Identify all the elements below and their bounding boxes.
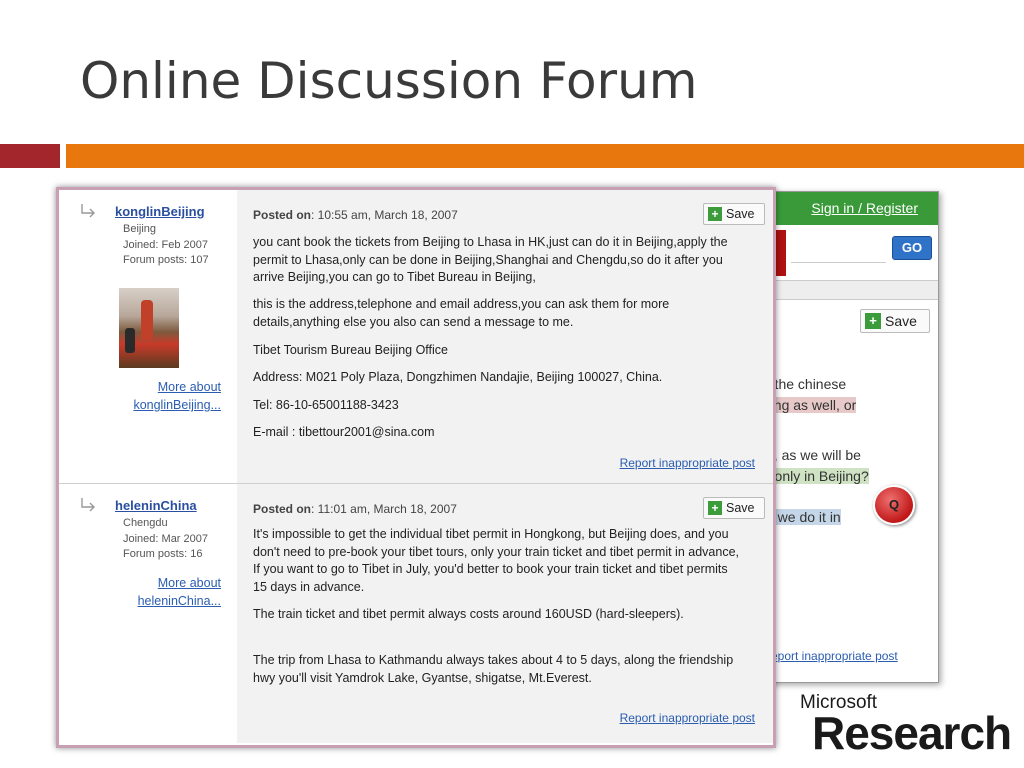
save-button[interactable]: + Save [703,497,765,519]
background-save-label: Save [885,313,917,329]
post-timestamp: Posted on: 10:55 am, March 18, 2007 [253,208,458,222]
save-label: Save [726,501,755,515]
background-search-input[interactable] [791,234,886,263]
author-post-count: Forum posts: 16 [123,548,203,560]
sign-in-register-link[interactable]: Sign in / Register [811,200,918,216]
report-post-link[interactable]: Report inappropriate post [620,711,755,725]
author-location: Chengdu [123,517,168,529]
posted-on-label: Posted on [253,208,312,222]
post-author-panel: heleninChina Chengdu Joined: Mar 2007 Fo… [59,484,237,743]
post-body: Posted on: 11:01 am, March 18, 2007 + Sav… [237,484,773,743]
post-author-panel: konglinBeijing Beijing Joined: Feb 2007 … [59,190,237,483]
plus-icon: + [708,501,722,515]
post-paragraph: The trip from Lhasa to Kathmandu always … [253,653,734,685]
author-joined: Joined: Feb 2007 [123,239,209,251]
plus-icon: + [865,313,881,329]
post-paragraph: you cant book the tickets from Beijing t… [253,235,728,284]
posted-on-label: Posted on [253,502,312,516]
go-button[interactable]: GO [892,236,932,260]
forum-post: konglinBeijing Beijing Joined: Feb 2007 … [59,190,773,484]
post-paragraph: E-mail : tibettour2001@sina.com [253,425,435,439]
more-about-link[interactable]: konglinBeijing... [133,398,221,412]
more-about-link[interactable]: More about [158,380,221,394]
background-text-fragment: ong as well, or [766,397,857,413]
save-button[interactable]: + Save [703,203,765,225]
author-joined: Joined: Mar 2007 [123,533,208,545]
post-paragraph: Tibet Tourism Bureau Beijing Office [253,343,449,357]
author-location: Beijing [123,223,157,235]
logo-research-text: Research [812,707,1012,759]
forum-post: heleninChina Chengdu Joined: Mar 2007 Fo… [59,484,773,743]
save-label: Save [726,207,755,221]
background-text-fragment: n, as we will be [766,447,861,463]
avatar-figure [141,300,153,340]
post-paragraph: The train ticket and tibet permit always… [253,607,684,621]
annotation-badge: Q [873,485,915,525]
report-post-link[interactable]: Report inappropriate post [620,456,755,470]
reply-arrow-icon [79,202,97,220]
slide-title: Online Discussion Forum [80,52,698,110]
background-text-fragment: r the chinese [766,376,847,392]
more-about-link[interactable]: heleninChina... [138,594,221,608]
microsoft-research-logo: Microsoft Research [800,692,1012,762]
posted-on-value: : 11:01 am, March 18, 2007 [311,502,457,516]
author-name-link[interactable]: heleninChina [115,498,197,513]
posted-on-value: : 10:55 am, March 18, 2007 [311,208,458,222]
avatar-figure [125,328,135,353]
accent-bar-orange [66,144,1024,168]
more-about-link[interactable]: More about [158,576,221,590]
post-timestamp: Posted on: 11:01 am, March 18, 2007 [253,502,457,516]
post-paragraph: Tel: 86-10-65001188-3423 [253,398,399,412]
avatar[interactable] [119,288,179,368]
post-paragraph: this is the address,telephone and email … [253,297,670,329]
background-save-button[interactable]: + Save [860,309,930,333]
forum-thread-window: konglinBeijing Beijing Joined: Feb 2007 … [56,187,776,748]
background-report-link[interactable]: eport inappropriate post [771,649,898,663]
accent-bar-red [0,144,60,168]
post-paragraph: It's impossible to get the individual ti… [253,527,739,594]
background-text-fragment: r only in Beijing? [766,468,869,484]
plus-icon: + [708,207,722,221]
author-post-count: Forum posts: 107 [123,254,209,266]
post-body: Posted on: 10:55 am, March 18, 2007 + Sav… [237,190,773,483]
post-paragraph: Address: M021 Poly Plaza, Dongzhimen Nan… [253,370,663,384]
author-name-link[interactable]: konglinBeijing [115,204,205,219]
background-text-fragment: n we do it in [766,509,841,525]
reply-arrow-icon [79,496,97,514]
